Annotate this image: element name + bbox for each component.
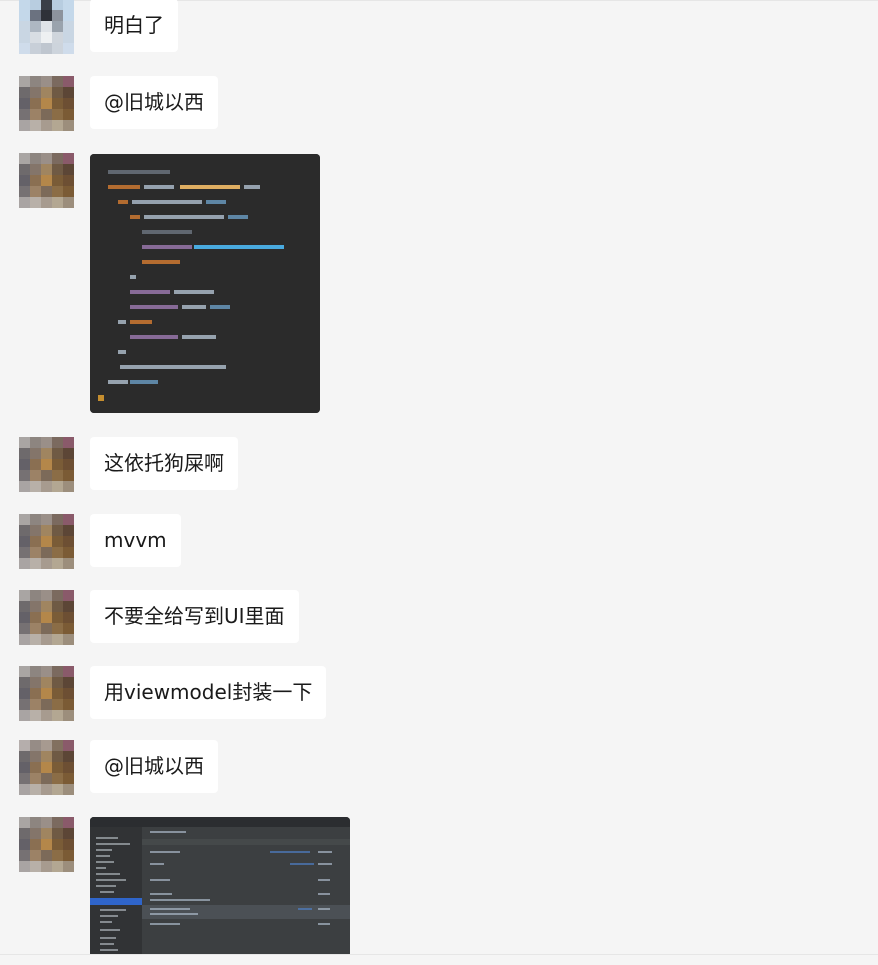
bottom-strip [0, 955, 878, 965]
avatar[interactable] [19, 437, 74, 492]
message-bubble[interactable]: 这依托狗屎啊 [90, 437, 238, 490]
message-bubble[interactable]: @旧城以西 [90, 740, 218, 793]
avatar[interactable] [19, 514, 74, 569]
message-bubble[interactable]: mvvm [90, 514, 181, 567]
avatar[interactable] [19, 0, 74, 54]
message-bubble[interactable]: 不要全给写到UI里面 [90, 590, 299, 643]
ide-screenshot-image[interactable] [90, 817, 350, 957]
avatar[interactable] [19, 153, 74, 208]
message-bubble[interactable]: @旧城以西 [90, 76, 218, 129]
message-bubble[interactable]: 明白了 [90, 0, 178, 52]
code-screenshot-image[interactable] [90, 154, 320, 413]
avatar[interactable] [19, 817, 74, 872]
message-bubble[interactable]: 用viewmodel封装一下 [90, 666, 327, 719]
avatar[interactable] [19, 666, 74, 721]
avatar[interactable] [19, 590, 74, 645]
avatar[interactable] [19, 76, 74, 131]
avatar[interactable] [19, 740, 74, 795]
